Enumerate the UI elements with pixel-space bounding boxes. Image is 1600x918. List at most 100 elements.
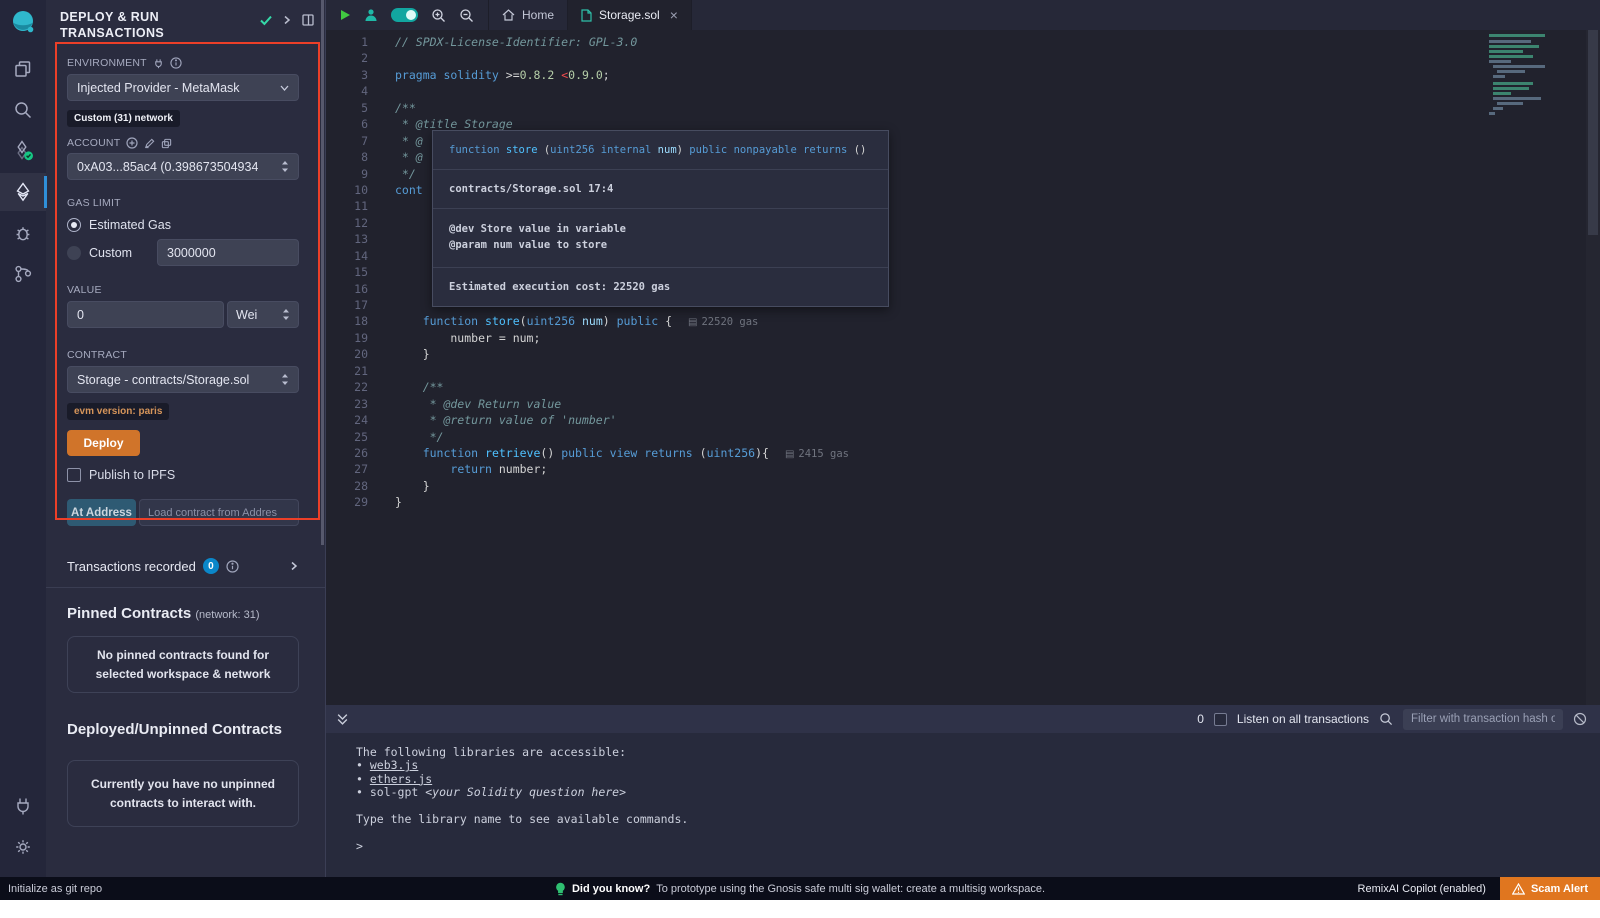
custom-gas-radio[interactable] [67, 246, 81, 260]
run-script-icon[interactable] [340, 9, 351, 21]
search-icon[interactable] [0, 91, 46, 129]
remix-logo-icon[interactable] [9, 8, 37, 36]
editor-tabbar: Home Storage.sol × [326, 0, 1600, 30]
line-number: 22 [326, 379, 368, 395]
debugger-icon[interactable] [0, 214, 46, 252]
line-number: 11 [326, 198, 368, 214]
tooltip-gas-cost: Estimated execution cost: 22520 gas [433, 268, 888, 306]
transaction-filter-input[interactable] [1403, 709, 1563, 730]
terminal-line [356, 826, 1600, 839]
line-number: 12 [326, 215, 368, 231]
code-line: * @return value of 'number' [395, 412, 1480, 428]
terminal[interactable]: The following libraries are accessible: •… [326, 733, 1600, 877]
line-number: 13 [326, 231, 368, 247]
load-contract-input[interactable] [139, 499, 299, 526]
line-numbers: 1234567891011121314151617181920212223242… [326, 34, 368, 511]
settings-gear-icon[interactable] [0, 828, 46, 866]
line-number: 23 [326, 396, 368, 412]
account-select[interactable]: 0xA03...85ac4 (0.398673504934 [67, 153, 299, 180]
evm-version-badge: evm version: paris [67, 403, 169, 420]
clear-console-icon[interactable] [1573, 712, 1587, 726]
code-line [395, 50, 1480, 66]
line-number: 28 [326, 478, 368, 494]
transactions-recorded-label: Transactions recorded [67, 559, 196, 574]
publish-ipfs-label: Publish to IPFS [89, 468, 175, 482]
custom-gas-input[interactable] [157, 239, 299, 266]
plug-icon[interactable] [153, 58, 164, 69]
editor-scrollbar[interactable] [1586, 30, 1600, 705]
expand-transactions-icon[interactable] [289, 559, 299, 573]
did-you-know-tip: Did you know? To prototype using the Gno… [555, 882, 1045, 896]
git-icon[interactable] [0, 255, 46, 293]
listen-all-checkbox[interactable] [1214, 713, 1227, 726]
line-number: 9 [326, 166, 368, 182]
gas-limit-label: GAS LIMIT [67, 197, 121, 209]
file-explorer-icon[interactable] [0, 50, 46, 88]
line-number: 2 [326, 50, 368, 66]
line-number: 3 [326, 67, 368, 83]
solidity-file-icon [581, 9, 592, 22]
close-tab-icon[interactable]: × [670, 7, 678, 23]
zoom-out-icon[interactable] [459, 8, 474, 23]
minimap[interactable] [1489, 32, 1585, 122]
line-number: 25 [326, 429, 368, 445]
deploy-run-icon[interactable] [0, 173, 46, 211]
remix-ide: DEPLOY & RUN TRANSACTIONS ENVIRONMENT [0, 0, 1600, 918]
expand-terminal-icon[interactable] [336, 713, 349, 726]
edit-account-icon[interactable] [144, 138, 155, 149]
plugin-manager-icon[interactable] [0, 787, 46, 825]
tab-storage-sol[interactable]: Storage.sol × [568, 0, 692, 30]
info-icon[interactable] [226, 560, 239, 573]
code-line: function retrieve() public view returns … [395, 445, 1480, 461]
terminal-line: • ethers.js [356, 773, 1600, 786]
terminal-line: • sol-gpt <your Solidity question here> [356, 786, 1600, 799]
editor-region: Home Storage.sol × 123456789101112131415… [326, 0, 1600, 900]
tooltip-docs: @dev Store value in variable @param num … [433, 209, 888, 268]
estimated-gas-radio[interactable] [67, 218, 81, 232]
terminal-line: The following libraries are accessible: [356, 746, 1600, 759]
copilot-status[interactable]: RemixAI Copilot (enabled) [1358, 883, 1486, 895]
code-editor[interactable]: 1234567891011121314151617181920212223242… [326, 30, 1600, 705]
environment-select[interactable]: Injected Provider - MetaMask [67, 74, 299, 101]
unpinned-contracts-title: Deployed/Unpinned Contracts [67, 721, 299, 738]
line-number: 20 [326, 346, 368, 362]
at-address-button[interactable]: At Address [67, 499, 136, 526]
add-account-icon[interactable] [126, 137, 138, 149]
copilot-toggle[interactable] [391, 8, 418, 22]
ai-assistant-icon[interactable] [364, 8, 378, 22]
zoom-in-icon[interactable] [431, 8, 446, 23]
line-number: 5 [326, 100, 368, 116]
terminal-link[interactable]: ethers.js [370, 772, 432, 786]
line-number: 8 [326, 149, 368, 165]
terminal-line: > [356, 840, 1600, 853]
line-number: 29 [326, 494, 368, 510]
pin-panel-icon[interactable] [301, 13, 315, 27]
panel-scrollbar[interactable] [321, 0, 324, 545]
line-number: 15 [326, 264, 368, 280]
up-down-caret-icon [281, 160, 289, 173]
value-input[interactable] [67, 301, 224, 328]
pinned-contracts-title: Pinned Contracts (network: 31) [67, 605, 299, 622]
publish-ipfs-checkbox[interactable] [67, 468, 81, 482]
copy-address-icon[interactable] [161, 138, 172, 149]
gas-estimate-badge: ▤2415 gas [785, 448, 849, 460]
scam-alert-button[interactable]: Scam Alert [1500, 877, 1600, 900]
contract-select[interactable]: Storage - contracts/Storage.sol [67, 366, 299, 393]
git-init-status[interactable]: Initialize as git repo [0, 883, 102, 895]
deploy-button[interactable]: Deploy [67, 430, 140, 456]
value-label: VALUE [67, 284, 102, 296]
terminal-link[interactable]: web3.js [370, 758, 418, 772]
warning-icon [1512, 883, 1525, 895]
terminal-line: Type the library name to see available c… [356, 813, 1600, 826]
info-icon[interactable] [170, 57, 182, 69]
value-unit-select[interactable]: Wei [227, 301, 299, 328]
chevron-right-icon[interactable] [282, 13, 292, 27]
tab-home[interactable]: Home [489, 0, 568, 30]
line-number: 18 [326, 313, 368, 329]
terminal-header: 0 Listen on all transactions [326, 705, 1600, 733]
listen-all-label: Listen on all transactions [1237, 712, 1369, 726]
code-line: } [395, 478, 1480, 494]
estimated-gas-label: Estimated Gas [89, 218, 171, 232]
solidity-compiler-icon[interactable] [0, 132, 46, 170]
line-number: 26 [326, 445, 368, 461]
